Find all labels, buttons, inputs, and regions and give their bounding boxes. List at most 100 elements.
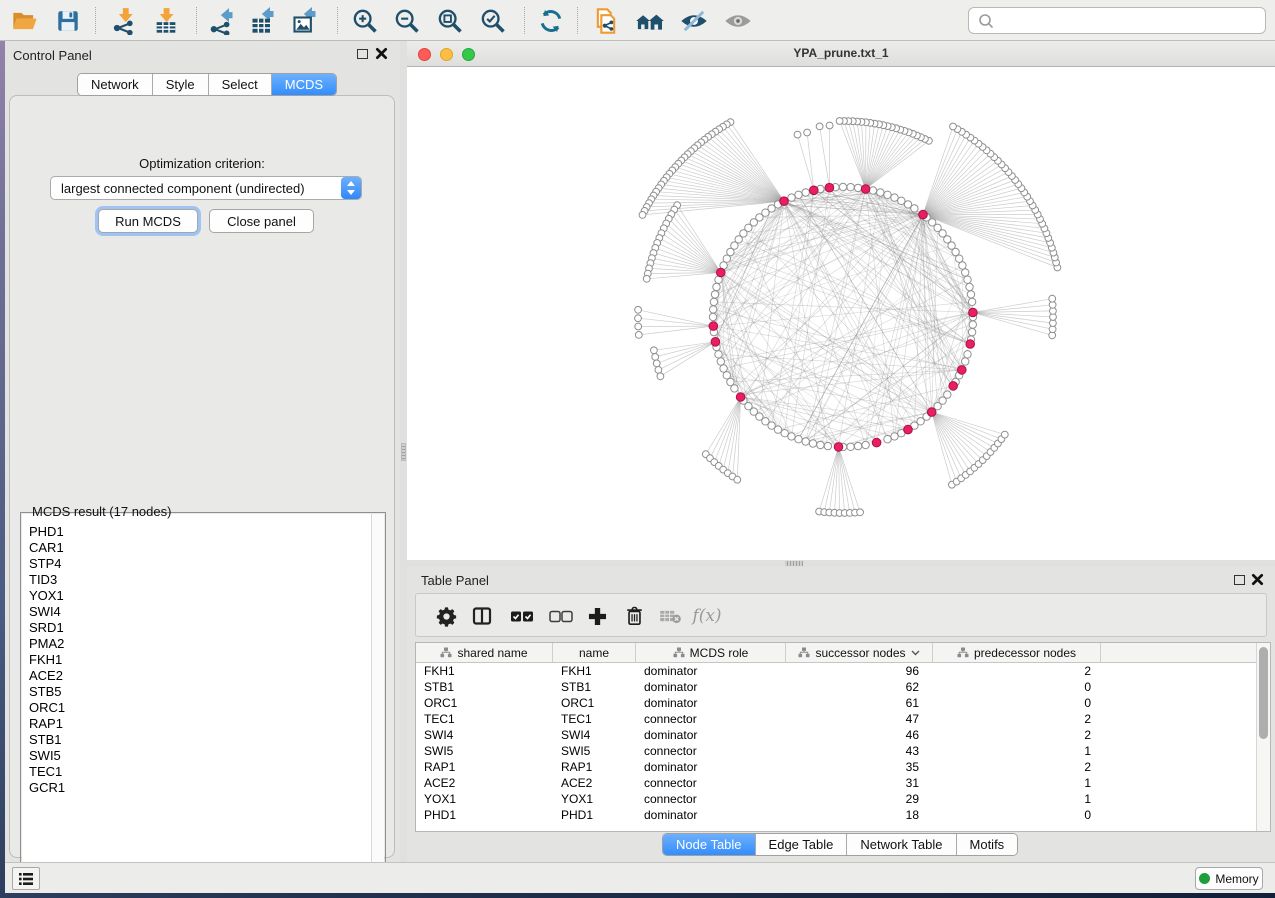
table-cell-predecessor_nodes[interactable]: 2 [933, 663, 1101, 679]
show-columns-button[interactable] [467, 602, 497, 630]
table-cell-shared_name[interactable]: TEC1 [416, 711, 553, 727]
table-cell-mcds_role[interactable]: dominator [636, 807, 786, 823]
scrollbar-thumb[interactable] [1259, 647, 1268, 739]
tab-motifs[interactable]: Motifs [957, 834, 1018, 855]
table-cell-shared_name[interactable]: SWI5 [416, 743, 553, 759]
mcds-result-item[interactable]: STB5 [29, 684, 371, 700]
table-cell-predecessor_nodes[interactable]: 0 [933, 679, 1101, 695]
open-file-button[interactable] [8, 5, 42, 36]
tab-node-table[interactable]: Node Table [663, 834, 756, 855]
search-input[interactable] [999, 10, 1265, 31]
table-cell-predecessor_nodes[interactable]: 1 [933, 791, 1101, 807]
close-panel-button[interactable]: Close panel [209, 209, 314, 233]
mcds-list-scrollbar[interactable] [371, 514, 384, 883]
table-cell-successor_nodes[interactable]: 62 [786, 679, 933, 695]
table-row[interactable]: PHD1PHD1dominator180 [416, 807, 1256, 823]
table-cell-shared_name[interactable]: RAP1 [416, 759, 553, 775]
table-cell-mcds_role[interactable]: connector [636, 775, 786, 791]
network-canvas[interactable] [407, 67, 1275, 560]
table-cell-predecessor_nodes[interactable]: 2 [933, 727, 1101, 743]
mcds-result-item[interactable]: FKH1 [29, 652, 371, 668]
table-cell-name[interactable]: RAP1 [553, 759, 636, 775]
deselect-all-button[interactable] [546, 602, 576, 630]
table-cell-name[interactable]: FKH1 [553, 663, 636, 679]
table-cell-successor_nodes[interactable]: 43 [786, 743, 933, 759]
table-row[interactable]: SWI5SWI5connector431 [416, 743, 1256, 759]
function-builder-button[interactable]: f(x) [692, 602, 722, 630]
table-cell-shared_name[interactable]: FKH1 [416, 663, 553, 679]
table-cell-successor_nodes[interactable]: 35 [786, 759, 933, 775]
delete-row-button[interactable] [619, 602, 649, 630]
table-row[interactable]: ACE2ACE2connector311 [416, 775, 1256, 791]
first-neighbors-button[interactable] [633, 5, 667, 36]
table-cell-shared_name[interactable]: SWI4 [416, 727, 553, 743]
float-window-icon[interactable] [1234, 575, 1245, 585]
mcds-result-item[interactable]: SRD1 [29, 620, 371, 636]
mcds-result-item[interactable]: GCR1 [29, 780, 371, 796]
table-scrollbar[interactable] [1256, 643, 1270, 831]
table-cell-predecessor_nodes[interactable]: 2 [933, 711, 1101, 727]
table-row[interactable]: RAP1RAP1dominator352 [416, 759, 1256, 775]
select-all-button[interactable] [507, 602, 537, 630]
show-panels-list-button[interactable] [12, 867, 40, 890]
table-cell-shared_name[interactable]: ACE2 [416, 775, 553, 791]
table-cell-predecessor_nodes[interactable]: 2 [933, 759, 1101, 775]
table-row[interactable]: ORC1ORC1dominator610 [416, 695, 1256, 711]
import-table-button[interactable] [149, 5, 183, 36]
mcds-result-list[interactable]: PHD1CAR1STP4TID3YOX1SWI4SRD1PMA2FKH1ACE2… [22, 514, 371, 883]
table-cell-mcds_role[interactable]: dominator [636, 679, 786, 695]
tab-edge-table[interactable]: Edge Table [756, 834, 848, 855]
refresh-button[interactable] [534, 5, 568, 36]
zoom-fit-button[interactable] [433, 5, 467, 36]
table-cell-mcds_role[interactable]: dominator [636, 727, 786, 743]
mcds-result-item[interactable]: PHD1 [29, 524, 371, 540]
table-cell-name[interactable]: ORC1 [553, 695, 636, 711]
horizontal-splitter[interactable] [407, 560, 1275, 567]
duplicate-network-button[interactable] [589, 5, 623, 36]
export-table-button[interactable] [246, 5, 280, 36]
table-cell-name[interactable]: ACE2 [553, 775, 636, 791]
mcds-result-item[interactable]: SWI4 [29, 604, 371, 620]
mcds-result-item[interactable]: PMA2 [29, 636, 371, 652]
table-cell-successor_nodes[interactable]: 47 [786, 711, 933, 727]
table-cell-predecessor_nodes[interactable]: 1 [933, 775, 1101, 791]
table-cell-shared_name[interactable]: STB1 [416, 679, 553, 695]
table-cell-mcds_role[interactable]: dominator [636, 759, 786, 775]
table-cell-shared_name[interactable]: PHD1 [416, 807, 553, 823]
save-session-button[interactable] [51, 5, 85, 36]
tab-network-table[interactable]: Network Table [847, 834, 956, 855]
export-image-button[interactable] [288, 5, 322, 36]
tab-mcds[interactable]: MCDS [272, 74, 336, 95]
table-cell-mcds_role[interactable]: connector [636, 711, 786, 727]
table-row[interactable]: SWI4SWI4dominator462 [416, 727, 1256, 743]
delete-table-button[interactable] [655, 602, 685, 630]
table-cell-successor_nodes[interactable]: 31 [786, 775, 933, 791]
mcds-result-item[interactable]: ORC1 [29, 700, 371, 716]
table-cell-predecessor_nodes[interactable]: 0 [933, 695, 1101, 711]
zoom-selected-button[interactable] [476, 5, 510, 36]
column-header-name[interactable]: name [553, 643, 636, 662]
column-header-MCDS-role[interactable]: MCDS role [636, 643, 786, 662]
table-cell-name[interactable]: SWI5 [553, 743, 636, 759]
vertical-splitter[interactable] [400, 41, 407, 862]
add-row-button[interactable] [582, 602, 612, 630]
mcds-result-item[interactable]: CAR1 [29, 540, 371, 556]
table-settings-button[interactable] [431, 602, 461, 630]
mcds-result-item[interactable]: ACE2 [29, 668, 371, 684]
table-cell-name[interactable]: PHD1 [553, 807, 636, 823]
zoom-in-button[interactable] [348, 5, 382, 36]
table-cell-shared_name[interactable]: YOX1 [416, 791, 553, 807]
table-row[interactable]: TEC1TEC1connector472 [416, 711, 1256, 727]
table-cell-predecessor_nodes[interactable]: 1 [933, 743, 1101, 759]
zoom-out-button[interactable] [390, 5, 424, 36]
table-row[interactable]: YOX1YOX1connector291 [416, 791, 1256, 807]
run-mcds-button[interactable]: Run MCDS [98, 209, 198, 233]
table-cell-successor_nodes[interactable]: 29 [786, 791, 933, 807]
hide-selected-button[interactable] [677, 5, 711, 36]
mcds-result-item[interactable]: TEC1 [29, 764, 371, 780]
table-cell-predecessor_nodes[interactable]: 0 [933, 807, 1101, 823]
close-panel-icon[interactable] [1251, 573, 1264, 586]
tab-style[interactable]: Style [153, 74, 209, 95]
search-box[interactable] [968, 7, 1266, 34]
table-cell-mcds_role[interactable]: connector [636, 791, 786, 807]
